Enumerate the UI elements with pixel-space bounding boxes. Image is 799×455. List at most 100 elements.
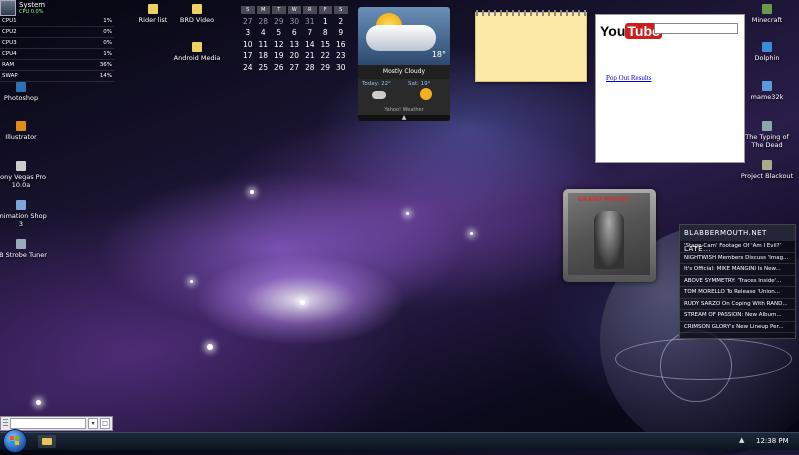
calendar-day[interactable]: 21 — [302, 51, 318, 60]
star — [190, 280, 193, 283]
drag-handle[interactable] — [3, 419, 9, 428]
calendar-day[interactable]: 9 — [333, 28, 349, 37]
rss-item[interactable]: 'Stage-Cam' Footage Of 'Am I Evil?' — [680, 241, 795, 253]
rss-item[interactable]: CRIMSON GLORY's New Lineup Per... — [680, 322, 795, 333]
calendar-day[interactable]: 4 — [256, 28, 272, 37]
desktop-icon[interactable]: Illustrator — [0, 121, 49, 141]
calendar-day[interactable]: 7 — [302, 28, 318, 37]
calendar-day[interactable]: 2 — [333, 17, 349, 26]
calendar-gadget[interactable]: S M T W R F S 27 28 29 30 31 1 2 3 4 5 6 7 8 9 10 11 12 13 14 15 16… — [240, 4, 350, 73]
desktop-icon-label: Project Blackout — [740, 172, 794, 180]
calendar-day[interactable]: 17 — [240, 51, 256, 60]
chevron-up-icon[interactable]: ▲ — [358, 115, 450, 121]
cpu-meter-header: System CPU 0.0% — [0, 0, 114, 16]
dropdown-arrow-icon[interactable]: ▾ — [88, 418, 99, 429]
calendar-day[interactable]: 19 — [271, 51, 287, 60]
calendar-day[interactable]: 10 — [240, 40, 256, 49]
calendar-day[interactable]: 27 — [287, 63, 303, 72]
dolphin-icon — [762, 42, 772, 52]
desktop-icon[interactable]: Project Blackout — [739, 160, 795, 180]
calendar-day[interactable]: 6 — [287, 28, 303, 37]
calendar-day[interactable]: 14 — [302, 40, 318, 49]
forecast-today: Today: 22° — [358, 79, 404, 107]
rss-item[interactable]: RUDY SARZO On Coping With RAND... — [680, 299, 795, 310]
rss-item[interactable]: NIGHTWISH Members Discuss 'Imag... — [680, 253, 795, 264]
project-blackout-icon — [762, 160, 772, 170]
calendar-day[interactable]: 16 — [333, 40, 349, 49]
calendar-day[interactable]: 8 — [318, 28, 334, 37]
calendar-day[interactable]: 22 — [318, 51, 334, 60]
calendar-day[interactable]: 1 — [318, 17, 334, 26]
desktop-icon[interactable]: The Typing of The Dead — [739, 121, 795, 149]
cpu-meter-subtitle: CPU 0.0% — [19, 9, 44, 15]
youtube-logo-you: You — [600, 23, 626, 39]
start-button[interactable] — [3, 429, 27, 453]
windows-logo-icon — [10, 441, 14, 445]
calendar-day[interactable]: 13 — [287, 40, 303, 49]
rss-item[interactable]: ABOVE SYMMETRY: 'Traces Inside'... — [680, 276, 795, 287]
calendar-day[interactable]: 20 — [287, 51, 303, 60]
youtube-search-input[interactable] — [654, 23, 738, 34]
rss-title[interactable]: BLABBERMOUTH.NET LATE... — [680, 225, 795, 253]
album-cover: GRAND MAGUS — [568, 193, 650, 275]
calendar-weekday: S — [334, 5, 348, 14]
taskbar: ▲ 12:38 PM — [0, 429, 799, 453]
calendar-day[interactable]: 28 — [256, 17, 272, 26]
calendar-day[interactable]: 29 — [318, 63, 334, 72]
calendar-day[interactable]: 31 — [302, 17, 318, 26]
explorer-taskbar-button[interactable] — [38, 435, 56, 448]
desktop-icon[interactable]: Animation Shop 3 — [0, 200, 49, 228]
cpu-meter-row-label: RAM — [2, 62, 15, 68]
mame-icon — [762, 81, 772, 91]
calendar-day[interactable]: 25 — [256, 63, 272, 72]
taskbar-clock[interactable]: 12:38 PM — [756, 437, 789, 445]
desktop-icon-label: Minecraft — [751, 16, 783, 24]
desktop-icon[interactable]: Minecraft — [739, 4, 795, 24]
calendar-day[interactable]: 28 — [302, 63, 318, 72]
desktop-icon-label: The Typing of The Dead — [745, 133, 789, 149]
calendar-day[interactable]: 11 — [256, 40, 272, 49]
photoshop-icon — [16, 82, 26, 92]
show-hidden-icons-arrow[interactable]: ▲ — [739, 436, 744, 444]
youtube-gadget[interactable]: You Tube Pop Out Results — [595, 14, 745, 163]
calendar-day[interactable]: 5 — [271, 28, 287, 37]
desktop-icon[interactable]: mame32k — [739, 81, 795, 101]
forecast-today-label: Today: 22° — [362, 81, 391, 87]
cpu-meter-rows: CPU1 1% CPU2 0% CPU3 0% CPU4 1% RAM 36% SWAP 14% — [0, 16, 114, 82]
rss-item[interactable]: STREAM OF PASSION: New Album... — [680, 310, 795, 322]
cpu-meter-row: SWAP 14% — [0, 71, 114, 82]
minecraft-icon — [762, 4, 772, 14]
close-icon[interactable]: □ — [100, 418, 110, 429]
calendar-day[interactable]: 24 — [240, 63, 256, 72]
desktop-icon[interactable]: TB Strobe Tuner — [0, 239, 49, 259]
calendar-day[interactable]: 15 — [318, 40, 334, 49]
cpu-meter-row-value: 0% — [103, 40, 112, 46]
desktop-icon-label: Photoshop — [3, 94, 39, 102]
desktop-icon[interactable]: Sony Vegas Pro 10.0a — [0, 161, 49, 189]
calendar-day[interactable]: 26 — [271, 63, 287, 72]
pop-out-results-link[interactable]: Pop Out Results — [606, 74, 652, 82]
calendar-day[interactable]: 29 — [271, 17, 287, 26]
rss-feed-gadget[interactable]: BLABBERMOUTH.NET LATE... 'Stage-Cam' Foo… — [679, 224, 796, 339]
desktop-icon[interactable]: BRD Video — [169, 4, 225, 24]
folder-icon — [148, 4, 158, 14]
calendar-day[interactable]: 30 — [333, 63, 349, 72]
desktop-icon[interactable]: Android Media — [169, 42, 225, 62]
album-art-gadget[interactable]: GRAND MAGUS — [563, 189, 656, 282]
calendar-day[interactable]: 18 — [256, 51, 272, 60]
desktop-icon[interactable]: Dolphin — [739, 42, 795, 62]
desktop-icon[interactable]: Photoshop — [0, 82, 49, 102]
calendar-day[interactable]: 3 — [240, 28, 256, 37]
notes-gadget[interactable] — [475, 10, 587, 82]
folder-icon — [42, 438, 52, 445]
calendar-day[interactable]: 12 — [271, 40, 287, 49]
rss-item[interactable]: TOM MORELLO To Release 'Union... — [680, 287, 795, 299]
calendar-day[interactable]: 27 — [240, 17, 256, 26]
weather-gadget[interactable]: 18° Mostly Cloudy Today: 22° Sat: 19° Ya… — [358, 7, 450, 121]
desktop-icon-label: BRD Video — [179, 16, 215, 24]
toolbar-search-input[interactable] — [10, 418, 87, 429]
rss-item[interactable]: It's Official: MIKE MANGINI Is New... — [680, 264, 795, 276]
calendar-day[interactable]: 23 — [333, 51, 349, 60]
cpu-meter-gadget[interactable]: System CPU 0.0% CPU1 1% CPU2 0% CPU3 0% CPU4 1%… — [0, 0, 114, 82]
calendar-day[interactable]: 30 — [287, 17, 303, 26]
